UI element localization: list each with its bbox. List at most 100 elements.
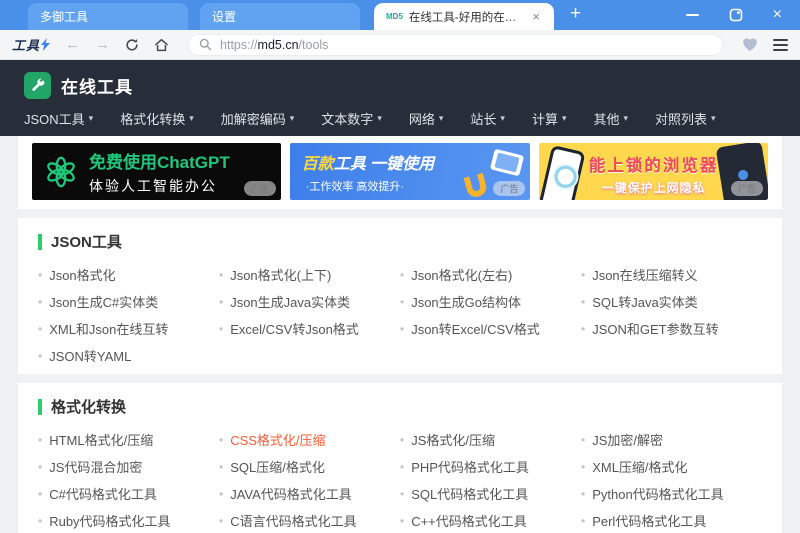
tab-duoyu-tools[interactable]: 多御工具 <box>28 3 188 30</box>
favorites-button[interactable] <box>742 37 758 52</box>
tool-link[interactable]: •Python代码格式化工具 <box>581 480 762 507</box>
tool-link[interactable]: •CSS格式化/压缩 <box>219 426 400 453</box>
md5-favicon-icon: MD5 <box>386 12 403 21</box>
tool-link[interactable]: •Json格式化 <box>38 261 219 288</box>
bullet-icon: • <box>219 460 223 474</box>
tool-link[interactable]: •JAVA代码格式化工具 <box>219 480 400 507</box>
browser-brand-logo[interactable]: 工具 <box>12 35 50 54</box>
tool-link[interactable]: •C++代码格式化工具 <box>400 507 581 533</box>
bullet-icon: • <box>581 514 585 528</box>
browser-toolbar: 工具 ← → https://md5.cn/tools <box>0 30 800 60</box>
nav-item[interactable]: 格式化转换▾ <box>120 109 194 128</box>
bullet-icon: • <box>38 514 42 528</box>
tool-link[interactable]: •JS代码混合加密 <box>38 453 219 480</box>
bullet-icon: • <box>38 295 42 309</box>
tool-section: 格式化转换•HTML格式化/压缩•CSS格式化/压缩•JS格式化/压缩•JS加密… <box>18 383 782 533</box>
address-bar[interactable]: https://md5.cn/tools <box>188 34 723 56</box>
site-logo[interactable] <box>24 72 51 99</box>
openai-logo-icon <box>42 153 80 191</box>
new-tab-button[interactable]: + <box>570 3 581 25</box>
bullet-icon: • <box>219 433 223 447</box>
tool-link[interactable]: •Json转Excel/CSV格式 <box>400 315 581 342</box>
tool-link[interactable]: •Perl代码格式化工具 <box>581 507 762 533</box>
tool-link[interactable]: •PHP代码格式化工具 <box>400 453 581 480</box>
tool-link[interactable]: •Json在线压缩转义 <box>581 261 762 288</box>
bullet-icon: • <box>581 433 585 447</box>
bullet-icon: • <box>581 268 585 282</box>
tool-link[interactable]: •HTML格式化/压缩 <box>38 426 219 453</box>
nav-item[interactable]: JSON工具▾ <box>24 109 93 128</box>
nav-item[interactable]: 其他▾ <box>593 109 628 128</box>
site-header: 在线工具 JSON工具▾格式化转换▾加解密编码▾文本数字▾网络▾站长▾计算▾其他… <box>0 60 800 136</box>
tool-link[interactable]: •C语言代码格式化工具 <box>219 507 400 533</box>
bullet-icon: • <box>219 322 223 336</box>
chevron-down-icon: ▾ <box>89 113 94 124</box>
tool-link[interactable]: •JS加密/解密 <box>581 426 762 453</box>
tool-link[interactable]: •XML压缩/格式化 <box>581 453 762 480</box>
tool-link[interactable]: •Json生成Go结构体 <box>400 288 581 315</box>
bullet-icon: • <box>38 349 42 363</box>
tool-link[interactable]: •JS格式化/压缩 <box>400 426 581 453</box>
ad-tag: 广告 <box>244 181 276 196</box>
heart-icon <box>742 37 758 52</box>
tool-link[interactable]: •Json格式化(左右) <box>400 261 581 288</box>
home-button[interactable] <box>154 38 169 52</box>
section-divider <box>18 374 782 383</box>
page-content: 免费使用ChatGPT 体验人工智能办公 广告 百款工具 一键使用 ·工作效率 … <box>18 136 782 533</box>
forward-button[interactable]: → <box>95 36 110 53</box>
tab-label: 在线工具-好用的在线工具都... <box>409 9 525 25</box>
ad-tools-banner[interactable]: 百款工具 一键使用 ·工作效率 高效提升· 广告 <box>290 143 531 200</box>
section-accent-bar <box>38 399 42 415</box>
section-divider <box>18 209 782 218</box>
bullet-icon: • <box>38 268 42 282</box>
ad-browser-banner[interactable]: 能上锁的浏览器 一键保护上网隐私 广告 <box>539 143 768 200</box>
nav-item[interactable]: 网络▾ <box>409 109 444 128</box>
ad-tag: 广告 <box>731 181 763 196</box>
ad-tag: 广告 <box>493 181 525 196</box>
restore-button[interactable] <box>729 8 743 22</box>
content-sections: JSON工具•Json格式化•Json格式化(上下)•Json格式化(左右)•J… <box>18 218 782 533</box>
nav-item[interactable]: 对照列表▾ <box>655 109 716 128</box>
tab-settings[interactable]: 设置 <box>200 3 360 30</box>
nav-item[interactable]: 加解密编码▾ <box>221 109 295 128</box>
tool-link[interactable]: •SQL压缩/格式化 <box>219 453 400 480</box>
nav-item[interactable]: 文本数字▾ <box>321 109 382 128</box>
tool-link[interactable]: •C#代码格式化工具 <box>38 480 219 507</box>
bullet-icon: • <box>581 322 585 336</box>
tab-online-tools-active[interactable]: MD5 在线工具-好用的在线工具都... × <box>374 3 554 30</box>
nav-item[interactable]: 站长▾ <box>470 109 505 128</box>
tool-grid: •Json格式化•Json格式化(上下)•Json格式化(左右)•Json在线压… <box>38 261 762 369</box>
tool-link[interactable]: •Ruby代码格式化工具 <box>38 507 219 533</box>
chevron-down-icon: ▾ <box>377 113 382 124</box>
bullet-icon: • <box>581 460 585 474</box>
bullet-icon: • <box>219 268 223 282</box>
tool-link[interactable]: •Excel/CSV转Json格式 <box>219 315 400 342</box>
nav-item[interactable]: 计算▾ <box>532 109 567 128</box>
bullet-icon: • <box>38 487 42 501</box>
tool-link[interactable]: •SQL转Java实体类 <box>581 288 762 315</box>
ad-chatgpt-banner[interactable]: 免费使用ChatGPT 体验人工智能办公 广告 <box>32 143 281 200</box>
tool-grid: •HTML格式化/压缩•CSS格式化/压缩•JS格式化/压缩•JS加密/解密 •J… <box>38 426 762 533</box>
tool-link[interactable]: •SQL代码格式化工具 <box>400 480 581 507</box>
tool-link[interactable]: •XML和Json在线互转 <box>38 315 219 342</box>
tool-section: JSON工具•Json格式化•Json格式化(上下)•Json格式化(左右)•J… <box>18 218 782 374</box>
bullet-icon: • <box>38 322 42 336</box>
bullet-icon: • <box>219 295 223 309</box>
ad-subline: 体验人工智能办公 <box>89 176 230 196</box>
tool-link[interactable]: •Json格式化(上下) <box>219 261 400 288</box>
menu-button[interactable] <box>773 39 788 51</box>
close-button[interactable]: × <box>773 7 782 23</box>
chevron-down-icon: ▾ <box>290 113 295 124</box>
bullet-icon: • <box>400 433 404 447</box>
tool-link[interactable]: •Json生成C#实体类 <box>38 288 219 315</box>
minimize-button[interactable] <box>686 14 699 16</box>
refresh-button[interactable] <box>125 38 139 52</box>
tool-link[interactable]: •Json生成Java实体类 <box>219 288 400 315</box>
tab-close-icon[interactable]: × <box>530 9 542 24</box>
tool-link[interactable]: •JSON转YAML <box>38 342 219 369</box>
home-icon <box>154 38 169 52</box>
tool-link[interactable]: •JSON和GET参数互转 <box>581 315 762 342</box>
back-button[interactable]: ← <box>65 36 80 53</box>
lightning-icon <box>41 38 50 51</box>
site-nav: JSON工具▾ 格式化转换▾ 加解密编码▾ 文本数字▾ 网络▾ 站长▾ 计算▾ 其他▾ 对照列表… <box>24 101 776 136</box>
